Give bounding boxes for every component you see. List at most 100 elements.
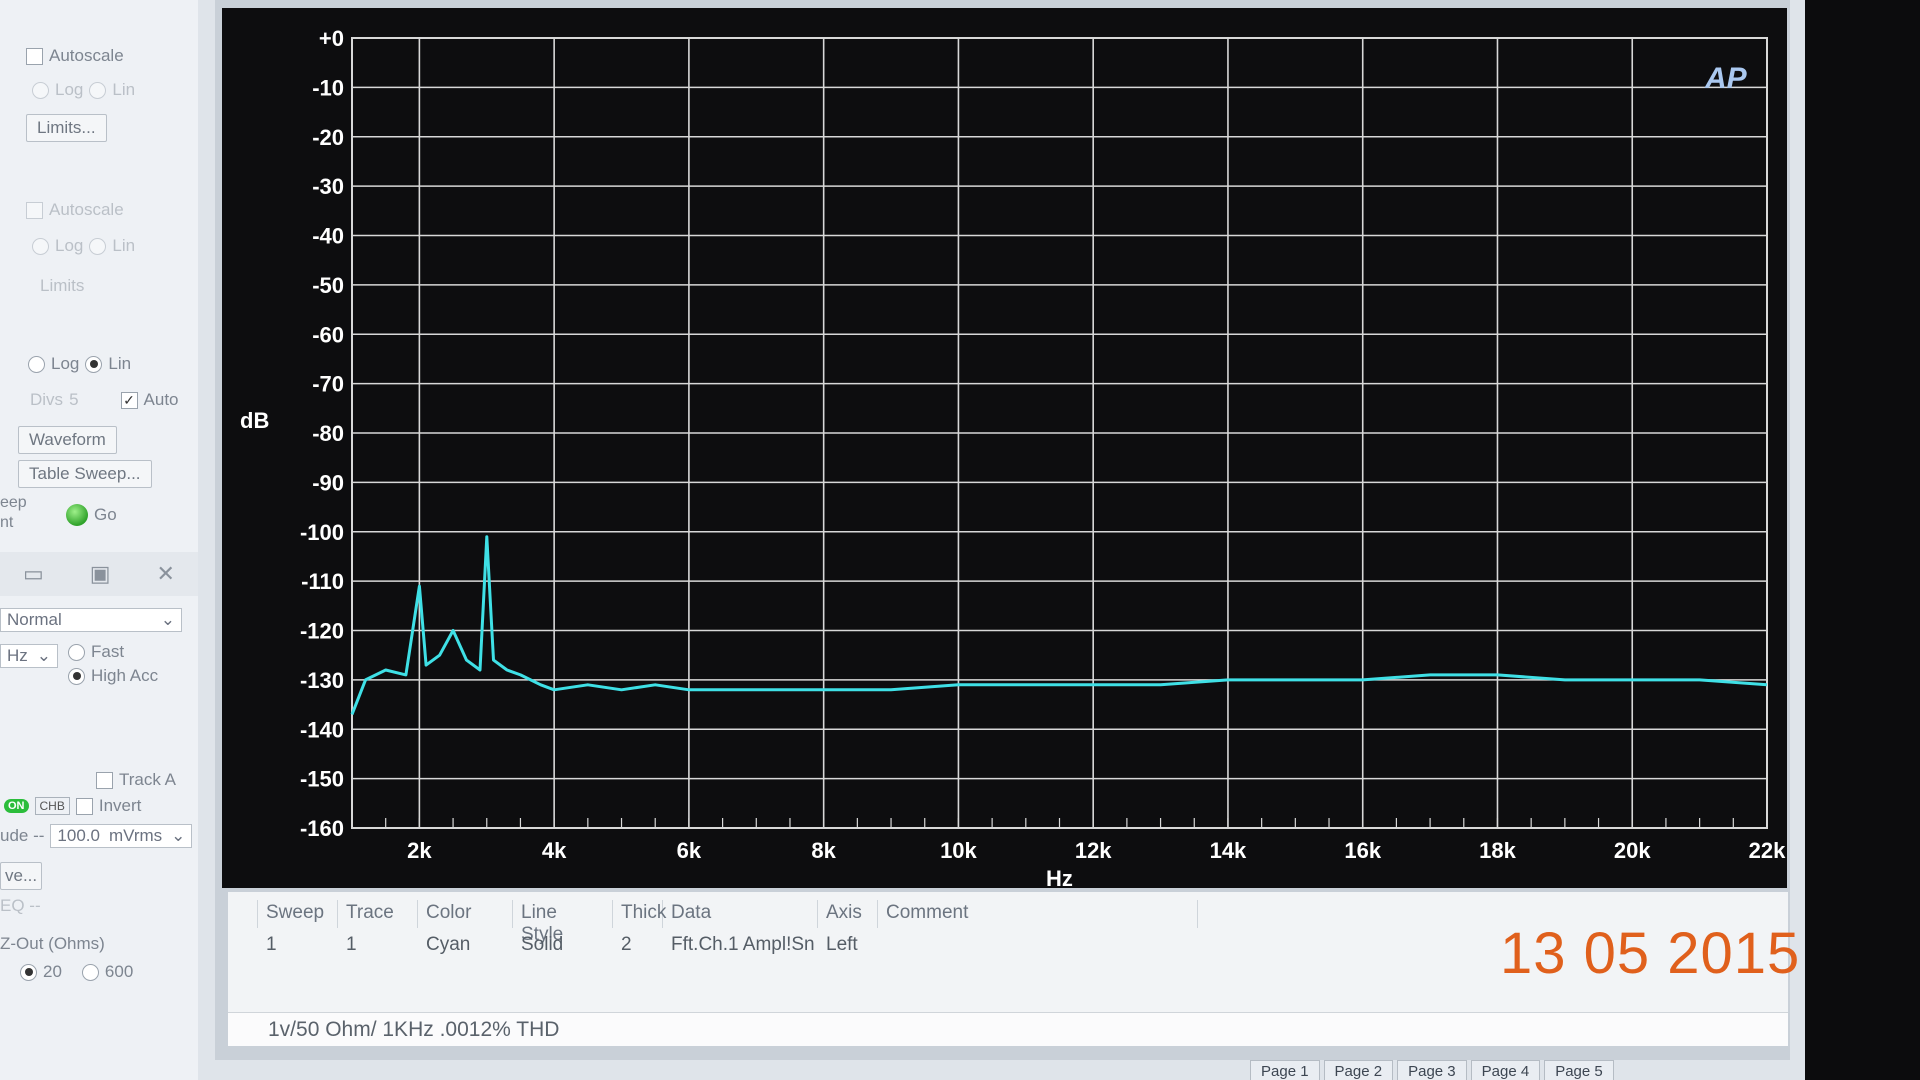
monitor-bezel (1805, 0, 1920, 1080)
trace-row[interactable]: 1 1 Cyan Solid 2 Fft.Ch.1 Ampl!Sn Left (228, 932, 878, 960)
x-tick-label: 6k (677, 838, 702, 863)
lin-3-radio[interactable] (85, 355, 103, 373)
zout-20-radio[interactable] (20, 963, 37, 981)
amplitude-select[interactable]: 100.0 mVrms ⌄ (50, 824, 193, 848)
column-header-comment[interactable]: Comment (878, 900, 1198, 928)
close-icon[interactable]: ✕ (157, 561, 175, 587)
color-cell[interactable]: Cyan (418, 932, 513, 960)
lin-2-radio[interactable] (89, 237, 107, 255)
y-tick-label: -90 (312, 470, 344, 495)
autoscale-2-checkbox[interactable] (26, 201, 43, 219)
column-header-thick[interactable]: Thick (613, 900, 666, 928)
channel-row: ON CHB Invert (4, 796, 141, 816)
unit-row: Hz ⌄ (0, 644, 58, 668)
limits-1-button[interactable]: Limits... (26, 114, 107, 142)
mode-select[interactable]: Normal ⌄ (0, 608, 182, 632)
amplitude-label: ude -- (0, 826, 45, 845)
column-header-line-style[interactable]: Line Style (513, 900, 613, 945)
autoscale-1-label: Autoscale (49, 46, 124, 65)
page-tab-4[interactable]: Page 4 (1470, 1060, 1541, 1080)
plot-panel: +0 -10 -20 -30 -40 -50 -60 -70 -80 -90 -100 -110 -12… (222, 8, 1787, 888)
high-acc-radio[interactable] (68, 667, 85, 685)
minimize-icon[interactable]: ▭ (23, 561, 44, 587)
autoscale-1-row[interactable]: Autoscale (26, 46, 124, 66)
column-header-sweep[interactable]: Sweep (258, 900, 338, 928)
zout-label: Z-Out (Ohms) (0, 934, 105, 953)
log-2-radio[interactable] (32, 237, 49, 255)
eq-label: EQ -- (0, 896, 41, 915)
fft-chart: +0 -10 -20 -30 -40 -50 -60 -70 -80 -90 -100 -110 -12… (240, 26, 1786, 888)
auto-label: Auto (143, 390, 179, 409)
waveform-button[interactable]: Waveform (18, 426, 117, 454)
date-stamp: 13 05 2015 (1500, 921, 1801, 986)
x-tick-label: 2k (407, 838, 432, 863)
thick-cell[interactable]: 2 (613, 932, 663, 960)
scale-2-radio-row: Log Lin (32, 236, 135, 256)
zout-600-radio[interactable] (81, 963, 99, 981)
page-tab-2[interactable]: Page 2 (1323, 1060, 1394, 1080)
y-tick-label: -30 (312, 174, 344, 199)
zout-20-label: 20 (43, 962, 62, 981)
table-sweep-button[interactable]: Table Sweep... (18, 460, 152, 488)
page-tab-5[interactable]: Page 5 (1544, 1060, 1614, 1080)
page-tab-1[interactable]: Page 1 (1250, 1060, 1320, 1080)
amplitude-value: 100.0 (57, 826, 100, 845)
column-header-color[interactable]: Color (418, 900, 513, 928)
log-1-label: Log (55, 80, 84, 99)
y-tick-label: -70 (312, 372, 344, 397)
divs-label: Divs (30, 390, 64, 409)
scale-3-radio-row: Log Lin (28, 354, 131, 374)
limits-2-row: Limits (40, 276, 84, 296)
page-tab-3[interactable]: Page 3 (1397, 1060, 1467, 1080)
chevron-down-icon: ⌄ (36, 646, 51, 665)
y-tick-label: -150 (300, 767, 344, 792)
sweep-cell: 1 (266, 934, 277, 955)
track-a-checkbox[interactable] (96, 771, 113, 789)
x-axis-label: Hz (1046, 866, 1073, 888)
column-header-axis[interactable]: Axis (818, 900, 878, 928)
line-style-cell[interactable]: Solid (513, 932, 613, 960)
comment-bar[interactable]: 1v/50 Ohm/ 1KHz .0012% THD (228, 1012, 1788, 1046)
autoscale-2-label: Autoscale (49, 200, 124, 219)
column-header-trace[interactable]: Trace (338, 900, 418, 928)
chevron-down-icon: ⌄ (171, 826, 186, 845)
lin-1-label: Lin (112, 80, 136, 99)
go-row[interactable]: Go (66, 504, 117, 526)
axis-cell[interactable]: Left (818, 932, 878, 960)
x-tick-label: 8k (811, 838, 836, 863)
zout-row: Z-Out (Ohms) (0, 934, 105, 954)
autoscale-1-checkbox[interactable] (26, 47, 43, 65)
divs-value[interactable]: 5 (69, 390, 78, 410)
window-controls: ▭ ▣ ✕ (0, 552, 198, 596)
save-button[interactable]: ve... (0, 862, 43, 890)
auto-checkbox[interactable]: ✓ (120, 391, 138, 409)
x-tick-label: 18k (1479, 838, 1516, 863)
limits-1-row: Limits... (26, 114, 107, 142)
left-control-panel: Autoscale Log Lin Limits... Autoscale Lo… (0, 0, 198, 1080)
row-select-cell[interactable] (228, 932, 258, 960)
y-tick-label: -40 (312, 224, 344, 249)
y-tick-label: -160 (300, 816, 344, 841)
fast-radio[interactable] (68, 643, 85, 661)
column-header-data[interactable]: Data (663, 900, 818, 928)
log-3-radio[interactable] (28, 355, 45, 373)
lin-2-label: Lin (112, 236, 136, 255)
lin-1-radio[interactable] (89, 81, 107, 99)
go-indicator-icon (66, 504, 88, 526)
log-3-label: Log (51, 354, 80, 373)
x-tick-label: 4k (542, 838, 567, 863)
fast-row: Fast (68, 642, 124, 662)
maximize-icon[interactable]: ▣ (90, 561, 111, 587)
unit-select[interactable]: Hz ⌄ (0, 644, 58, 668)
data-cell[interactable]: Fft.Ch.1 Ampl!Sn (663, 932, 818, 960)
log-2-label: Log (55, 236, 84, 255)
limits-2-button[interactable]: Limits (40, 276, 84, 296)
log-1-radio[interactable] (32, 81, 49, 99)
chb-button[interactable]: CHB (34, 797, 70, 815)
invert-checkbox[interactable] (75, 797, 93, 815)
go-label: Go (94, 505, 117, 524)
sweep-label: eep (0, 494, 27, 511)
ap-logo: AP (1704, 62, 1748, 95)
fast-label: Fast (91, 642, 125, 661)
on-badge[interactable]: ON (4, 799, 29, 813)
